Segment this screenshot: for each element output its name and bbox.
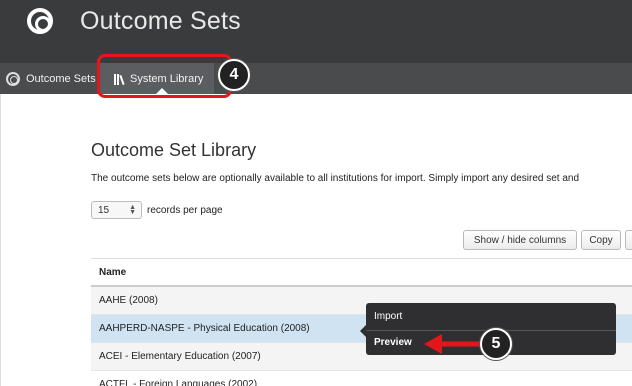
sub-navigation: Outcome Sets System Library [0,63,632,94]
page-description: The outcome sets below are optionally av… [91,173,580,184]
page-title: Outcome Set Library [91,140,257,160]
show-hide-columns-button[interactable]: Show / hide columns [463,230,577,250]
more-toolbar-button[interactable] [625,230,632,250]
target-icon [6,71,20,86]
nav-item-label: Outcome Sets [26,72,96,85]
app-header: Outcome Sets [0,0,632,63]
annotation-highlight-box [97,54,232,98]
records-per-page-control: 15 ▲ ▼ records per page [91,201,223,219]
step-badge-4: 4 [218,59,250,91]
select-arrows-icon: ▲ ▼ [129,204,136,216]
records-per-page-label: records per page [147,204,223,216]
page-header-title: Outcome Sets [80,7,241,35]
nav-item-outcome-sets[interactable]: Outcome Sets [6,63,96,94]
content-left-border [0,94,1,386]
target-icon [27,8,53,34]
step-badge-5: 5 [480,328,512,360]
annotation-arrow-icon [424,334,482,354]
copy-button[interactable]: Copy [581,230,621,250]
table-row[interactable]: ACTFL - Foreign Languages (2002) [91,371,632,386]
records-select-value: 15 [98,204,110,216]
table-header-name[interactable]: Name [91,259,632,287]
menu-item-import[interactable]: Import [374,311,402,322]
menu-item-preview[interactable]: Preview [374,337,412,348]
records-per-page-select[interactable]: 15 ▲ ▼ [91,201,142,219]
